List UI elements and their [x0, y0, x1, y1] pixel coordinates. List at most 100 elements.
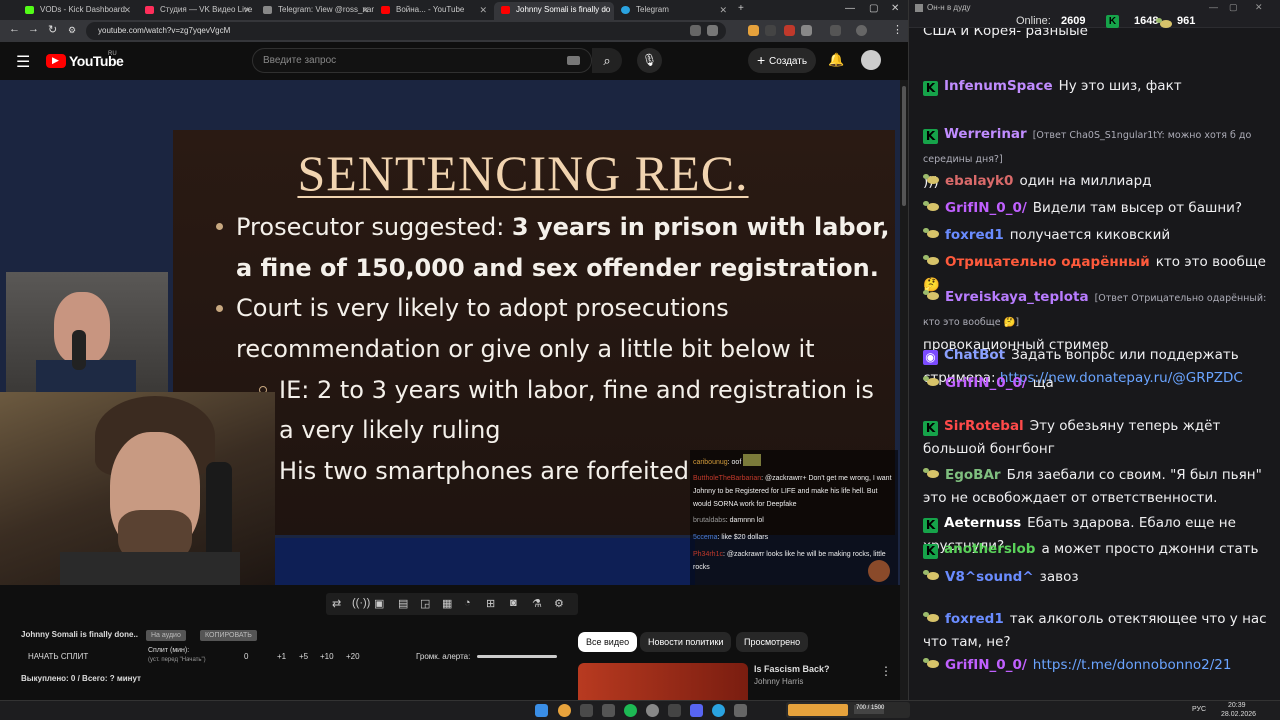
add-clip-icon[interactable]: ⊞ — [486, 597, 495, 610]
filmstrip-icon[interactable]: ▤ — [398, 597, 408, 610]
app-icon[interactable] — [734, 704, 747, 717]
windows-start-icon[interactable] — [535, 704, 548, 717]
speed-icon[interactable]: ◔ — [464, 597, 471, 609]
address-bar[interactable]: youtube.com/watch?v=zg7yqevVgcM — [86, 22, 726, 40]
broadcast-icon[interactable]: ((·)) — [352, 597, 370, 609]
obs-icon[interactable] — [646, 704, 659, 717]
camera-icon[interactable]: ◙ — [510, 597, 517, 609]
alert-volume-slider[interactable] — [477, 655, 557, 658]
chat-username[interactable]: Evreiskaya_teplota — [945, 289, 1089, 305]
minimize-icon[interactable]: — — [1209, 2, 1218, 12]
rec-channel[interactable]: Johnny Harris — [754, 677, 803, 686]
plus20-button[interactable]: +20 — [346, 652, 360, 661]
chat-username[interactable]: EgoBAr — [945, 467, 1001, 483]
forward-icon[interactable]: → — [28, 23, 39, 35]
extension-icon[interactable] — [784, 25, 795, 36]
telegram-icon[interactable] — [712, 704, 725, 717]
bell-icon[interactable]: 🔔 — [828, 52, 844, 68]
search-input[interactable]: Введите запрос — [252, 48, 592, 73]
chip-all-videos[interactable]: Все видео — [578, 632, 638, 652]
voice-search-button[interactable]: 🎙 — [637, 48, 662, 73]
discord-icon[interactable] — [690, 704, 703, 717]
close-icon[interactable]: ✕ — [601, 2, 609, 18]
close-icon[interactable]: ✕ — [479, 2, 487, 18]
star-icon[interactable] — [707, 25, 718, 36]
more-icon[interactable]: ⋮ — [880, 664, 892, 678]
maximize-icon[interactable]: ▢ — [869, 3, 878, 14]
plus5-button[interactable]: +5 — [299, 652, 308, 661]
flask-icon[interactable]: ⚗ — [532, 597, 542, 610]
chat-username[interactable]: InfenumSpace — [944, 78, 1053, 94]
close-window-icon[interactable]: ✕ — [891, 3, 899, 14]
maximize-icon[interactable]: ▢ — [1229, 2, 1238, 13]
tab-telegram[interactable]: Telegram ✕ — [614, 2, 732, 20]
extension-icon[interactable] — [801, 25, 812, 36]
cast-icon[interactable] — [690, 25, 701, 36]
app-icon[interactable] — [668, 704, 681, 717]
chat-username[interactable]: GrifIN_0_0/ — [945, 657, 1027, 673]
explorer-icon[interactable] — [602, 704, 615, 717]
chat-username[interactable]: Aeternuss — [944, 515, 1021, 531]
avatar[interactable] — [861, 50, 881, 70]
tab-johnny-somali[interactable]: Johnny Somali is finally do ✕ — [494, 2, 614, 20]
chat-username[interactable]: ebalayk0 — [945, 173, 1013, 189]
scrollbar-thumb[interactable] — [902, 86, 906, 206]
repeat-icon[interactable]: ⇄ — [332, 597, 341, 610]
minimize-icon[interactable]: — — [845, 3, 855, 14]
chat-username[interactable]: Werrerinar — [944, 126, 1027, 142]
extension-icon[interactable] — [748, 25, 759, 36]
chat-username[interactable]: SirRotebal — [944, 418, 1024, 434]
profile-icon[interactable] — [856, 25, 867, 36]
close-icon[interactable]: ✕ — [243, 2, 251, 18]
menu-icon[interactable]: ⋮ — [892, 23, 903, 36]
language-indicator[interactable]: РУС — [1192, 706, 1206, 713]
chip-watched[interactable]: Просмотрено — [736, 632, 809, 652]
back-icon[interactable]: ← — [9, 23, 20, 35]
close-icon[interactable]: ✕ — [719, 2, 727, 18]
close-icon[interactable]: ✕ — [1255, 2, 1263, 13]
pip-icon[interactable]: ◲ — [420, 597, 430, 610]
chat-link[interactable]: https://t.me/donnobonno2/21 — [1033, 657, 1232, 673]
video-player[interactable]: SENTENCING REC. Prosecutor suggested: 3 … — [0, 80, 900, 585]
tab-youtube-war[interactable]: Война... - YouTube ✕ — [374, 2, 492, 20]
plus10-button[interactable]: +10 — [320, 652, 334, 661]
frames-icon[interactable]: ▦ — [442, 597, 452, 610]
start-split-button[interactable]: НАЧАТЬ СПЛИТ — [28, 652, 88, 661]
extension-icon[interactable] — [765, 25, 776, 36]
keyboard-icon[interactable] — [567, 56, 580, 65]
spotify-icon[interactable] — [624, 704, 637, 717]
chat-username[interactable]: V8^sound^ — [945, 569, 1034, 585]
audio-button[interactable]: На аудио — [146, 630, 186, 641]
clock-date[interactable]: 28.02.2026 — [1221, 711, 1256, 718]
chat-username[interactable]: GrifIN_0_0/ — [945, 375, 1027, 391]
tab-vk-studio[interactable]: Студия — VK Видео Live ✕ — [138, 2, 256, 20]
reload-icon[interactable]: ↻ — [48, 23, 57, 36]
steam-icon[interactable] — [580, 704, 593, 717]
create-button[interactable]: + Создать — [748, 48, 816, 73]
chrome-icon[interactable] — [558, 704, 571, 717]
download-icon[interactable] — [830, 25, 841, 36]
chat-username[interactable]: GrifIN_0_0/ — [945, 200, 1027, 216]
chat-username[interactable]: ChatBot — [944, 347, 1005, 363]
chat-username[interactable]: anotherslob — [944, 541, 1035, 557]
tab-kick-dashboard[interactable]: VODs - Kick Dashboard ✕ — [18, 2, 136, 20]
split-value[interactable]: 0 — [244, 652, 248, 661]
hamburger-icon[interactable]: ☰ — [16, 52, 30, 72]
clock-time[interactable]: 20:39 — [1228, 702, 1246, 709]
chat-username[interactable]: Отрицательно одарённый — [945, 254, 1150, 270]
plus1-button[interactable]: +1 — [277, 652, 286, 661]
rec-title[interactable]: Is Fascism Back? — [754, 664, 830, 674]
copy-button[interactable]: КОПИРОВАТЬ — [200, 630, 257, 641]
tab-telegram-ross[interactable]: Telegram: View @ross_name ✕ — [256, 2, 374, 20]
search-button[interactable]: ⌕ — [592, 48, 622, 73]
chip-politics-news[interactable]: Новости политики — [640, 632, 732, 652]
screenshot-icon[interactable]: ▣ — [374, 597, 384, 610]
close-icon[interactable]: ✕ — [123, 2, 131, 18]
new-tab-icon[interactable]: + — [738, 3, 744, 14]
settings-icon[interactable]: ⚙ — [554, 597, 564, 610]
close-icon[interactable]: ✕ — [361, 2, 369, 18]
chat-username[interactable]: foxred1 — [945, 611, 1004, 627]
rec-thumbnail[interactable] — [578, 663, 748, 700]
chat-username[interactable]: foxred1 — [945, 227, 1004, 243]
site-info-icon[interactable]: ⚙ — [68, 25, 76, 36]
